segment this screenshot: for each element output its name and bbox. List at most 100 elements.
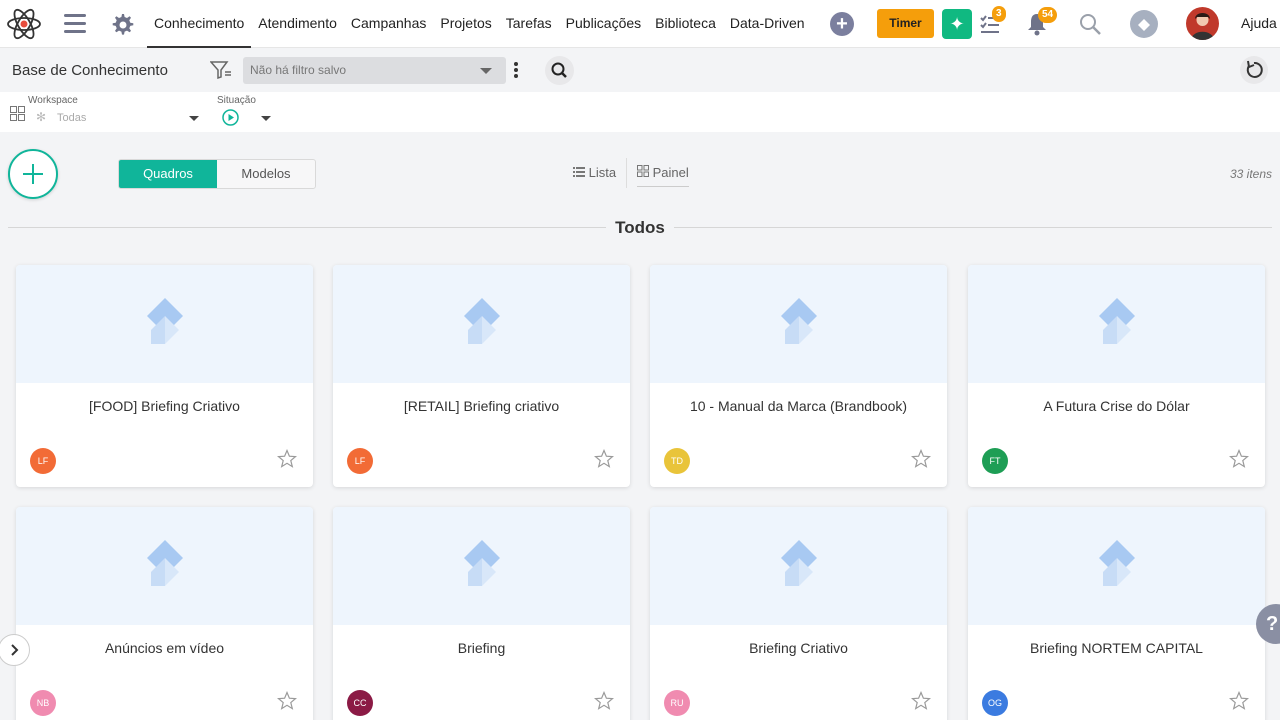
list-icon: [573, 167, 585, 177]
workspace-label: Workspace: [28, 95, 78, 106]
workspace-select[interactable]: Todas: [57, 112, 86, 124]
user-avatar[interactable]: [1186, 7, 1219, 40]
view-panel-button[interactable]: Painel: [637, 165, 689, 187]
workspace-chevron-down-icon[interactable]: [189, 116, 199, 121]
filter-icon[interactable]: [210, 60, 232, 80]
nav-tab-data-driven[interactable]: Data-Driven: [723, 0, 812, 48]
page-title: Base de Conhecimento: [12, 62, 168, 79]
star-icon[interactable]: [277, 691, 297, 711]
owner-avatar: LF: [347, 448, 373, 474]
owner-avatar: LF: [30, 448, 56, 474]
board-title: Briefing: [457, 640, 506, 656]
diamond-placeholder-icon: [1099, 298, 1135, 344]
timer-button[interactable]: Timer: [877, 9, 934, 38]
star-icon[interactable]: [1229, 691, 1249, 711]
grid-icon: [10, 106, 25, 121]
saved-filter-select[interactable]: Não há filtro salvo: [243, 57, 506, 84]
board-thumbnail: [968, 507, 1265, 625]
divider: [674, 227, 1272, 228]
board-card[interactable]: A Futura Crise do Dólar FT: [968, 265, 1265, 487]
search-icon[interactable]: [1078, 12, 1102, 36]
filters-row: Workspace ✻ Todas Situação: [0, 92, 1280, 132]
add-new-icon[interactable]: +: [830, 12, 854, 36]
atom-logo-icon[interactable]: [6, 6, 42, 42]
nav-tab-conhecimento[interactable]: Conhecimento: [147, 0, 252, 48]
view-list-button[interactable]: Lista: [573, 165, 616, 180]
panel-grid-icon: [637, 165, 649, 177]
situacao-label: Situação: [217, 95, 256, 106]
items-count: 33 itens: [1229, 167, 1272, 181]
tab-modelos[interactable]: Modelos: [217, 160, 315, 188]
board-type-toggle: Quadros Modelos: [118, 159, 316, 189]
star-icon[interactable]: [911, 449, 931, 469]
add-board-button[interactable]: [8, 149, 58, 199]
nav-tab-atendimento[interactable]: Atendimento: [251, 0, 344, 48]
board-card[interactable]: Briefing NORTEM CAPITAL OG: [968, 507, 1265, 720]
owner-avatar: RU: [664, 690, 690, 716]
more-options-icon[interactable]: [514, 62, 520, 80]
board-title: [FOOD] Briefing Criativo: [89, 398, 240, 414]
diamond-icon[interactable]: [1130, 10, 1158, 38]
nav-tab-publicacoes[interactable]: Publicações: [559, 0, 649, 48]
tab-quadros[interactable]: Quadros: [119, 160, 217, 188]
diamond-placeholder-icon: [147, 540, 183, 586]
nav-tab-biblioteca[interactable]: Biblioteca: [648, 0, 723, 48]
diamond-placeholder-icon: [147, 298, 183, 344]
star-icon[interactable]: [277, 449, 297, 469]
diamond-placeholder-icon: [781, 540, 817, 586]
board-card[interactable]: [FOOD] Briefing Criativo LF: [16, 265, 313, 487]
board-thumbnail: [650, 507, 947, 625]
asterisk-icon: ✻: [36, 110, 47, 124]
owner-avatar: FT: [982, 448, 1008, 474]
board-card[interactable]: [RETAIL] Briefing criativo LF: [333, 265, 630, 487]
owner-avatar: TD: [664, 448, 690, 474]
view-list-label: Lista: [588, 165, 617, 180]
gear-icon[interactable]: [109, 11, 135, 37]
menu-icon[interactable]: [64, 14, 86, 34]
board-title: 10 - Manual da Marca (Brandbook): [689, 398, 908, 414]
board-card[interactable]: 10 - Manual da Marca (Brandbook) TD: [650, 265, 947, 487]
view-panel-label: Painel: [652, 165, 689, 180]
board-thumbnail: [968, 265, 1265, 383]
board-title: Briefing Criativo: [749, 640, 848, 656]
board-title: A Futura Crise do Dólar: [1043, 398, 1190, 414]
tasks-badge: 3: [992, 6, 1006, 22]
nav-tab-projetos[interactable]: Projetos: [433, 0, 498, 48]
owner-avatar: NB: [30, 690, 56, 716]
notifications-badge: 54: [1038, 7, 1058, 23]
board-thumbnail: [16, 507, 313, 625]
divider: [626, 158, 627, 188]
diamond-placeholder-icon: [1099, 540, 1135, 586]
board-title: Briefing NORTEM CAPITAL: [1030, 640, 1203, 656]
sub-toolbar: Base de Conhecimento Não há filtro salvo: [0, 48, 1280, 92]
board-thumbnail: [16, 265, 313, 383]
sidebar-toggle-button[interactable]: [0, 634, 30, 666]
main-nav-tabs: Conhecimento Atendimento Campanhas Proje…: [147, 0, 812, 48]
top-navbar: Conhecimento Atendimento Campanhas Proje…: [0, 0, 1280, 48]
owner-avatar: CC: [347, 690, 373, 716]
owner-avatar: OG: [982, 690, 1008, 716]
diamond-placeholder-icon: [464, 298, 500, 344]
section-title: Todos: [612, 218, 668, 238]
sparkle-ai-icon[interactable]: ✦: [942, 9, 972, 39]
help-link[interactable]: Ajuda: [1241, 15, 1277, 31]
diamond-placeholder-icon: [781, 298, 817, 344]
board-card[interactable]: Briefing CC: [333, 507, 630, 720]
board-card[interactable]: Briefing Criativo RU: [650, 507, 947, 720]
star-icon[interactable]: [1229, 449, 1249, 469]
play-circle-icon[interactable]: [222, 109, 239, 126]
star-icon[interactable]: [911, 691, 931, 711]
nav-tab-campanhas[interactable]: Campanhas: [344, 0, 434, 48]
board-thumbnail: [333, 507, 630, 625]
board-title: [RETAIL] Briefing criativo: [403, 398, 560, 414]
nav-tab-tarefas[interactable]: Tarefas: [499, 0, 559, 48]
star-icon[interactable]: [594, 449, 614, 469]
chevron-down-icon: [480, 68, 492, 74]
situacao-chevron-down-icon[interactable]: [261, 116, 271, 121]
star-icon[interactable]: [594, 691, 614, 711]
saved-filter-placeholder: Não há filtro salvo: [250, 63, 347, 77]
board-title: Anúncios em vídeo: [104, 640, 225, 656]
refresh-button[interactable]: [1240, 56, 1268, 84]
search-button[interactable]: [545, 56, 574, 85]
board-card[interactable]: Anúncios em vídeo NB: [16, 507, 313, 720]
